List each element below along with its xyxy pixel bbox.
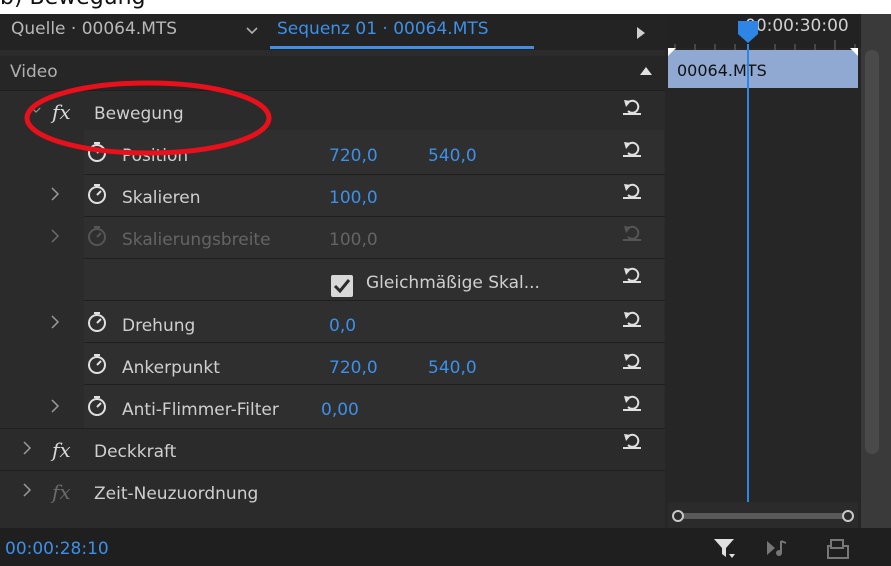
row-divider — [84, 216, 665, 217]
annotation-highlight-ellipse — [24, 80, 272, 156]
chevron-right-icon — [51, 229, 60, 243]
document-clipped-heading: b) Bewegung — [0, 0, 146, 10]
chevron-down-icon[interactable] — [246, 26, 258, 36]
chevron-right-icon[interactable] — [50, 315, 60, 329]
zoom-scrollbar-handles[interactable] — [668, 506, 858, 526]
export-icon[interactable] — [826, 538, 850, 560]
fx-icon[interactable]: fx — [52, 438, 71, 462]
row-divider — [0, 470, 665, 471]
stopwatch-icon — [88, 226, 106, 246]
anti-flicker-value[interactable]: 0,00 — [321, 400, 359, 420]
clip-edge-markers — [668, 48, 858, 56]
property-anti-flicker-label: Anti-Flimmer-Filter — [122, 400, 279, 420]
uniform-scale-checkbox[interactable] — [330, 274, 354, 298]
stopwatch-icon[interactable] — [86, 353, 108, 375]
chevron-right-icon[interactable] — [50, 187, 60, 201]
chevron-right-icon[interactable] — [22, 441, 32, 455]
uniform-scale-label: Gleichmäßige Skal... — [366, 273, 540, 293]
playhead-line[interactable] — [747, 44, 749, 502]
row-divider — [84, 300, 665, 301]
play-triangle-icon[interactable] — [636, 26, 646, 40]
effect-opacity-label: Deckkraft — [94, 442, 177, 462]
vertical-scrollbar-thumb[interactable] — [865, 50, 879, 454]
reset-parameter-icon[interactable] — [622, 266, 642, 284]
anchor-y-value[interactable]: 540,0 — [428, 358, 477, 378]
tab-source-monitor[interactable]: Quelle · 00064.MTS — [11, 19, 177, 39]
ruler-timecode: 00:00:30:00 — [745, 16, 849, 36]
scale-width-value: 100,0 — [329, 230, 378, 250]
row-divider — [84, 258, 665, 259]
stopwatch-icon[interactable] — [86, 311, 108, 333]
play-audio-icon[interactable] — [766, 538, 788, 558]
fx-icon[interactable]: fx — [52, 480, 71, 504]
playhead-icon[interactable] — [737, 20, 759, 44]
collapse-triangle-icon[interactable] — [639, 66, 653, 76]
stopwatch-icon[interactable] — [86, 395, 108, 417]
clip-name: 00064.MTS — [677, 61, 767, 80]
filter-icon[interactable] — [713, 537, 735, 559]
panel-footer — [0, 528, 891, 566]
reset-parameter-icon[interactable] — [622, 432, 642, 450]
reset-parameter-icon — [623, 225, 641, 241]
position-x-value[interactable]: 720,0 — [329, 146, 378, 166]
active-tab-underline — [270, 46, 534, 49]
timeline-area[interactable] — [665, 38, 891, 528]
property-rotation-label: Drehung — [122, 316, 196, 336]
scale-value[interactable]: 100,0 — [329, 188, 378, 208]
property-scale-width-label: Skalierungsbreite — [122, 230, 271, 250]
chevron-right-icon[interactable] — [22, 483, 32, 497]
reset-parameter-icon[interactable] — [622, 182, 642, 200]
reset-parameter-icon[interactable] — [622, 98, 642, 116]
reset-parameter-icon[interactable] — [622, 352, 642, 370]
row-divider — [0, 428, 665, 429]
effect-time-remapping-label: Zeit-Neuzuordnung — [94, 484, 259, 504]
reset-parameter-icon[interactable] — [622, 394, 642, 412]
reset-parameter-icon[interactable] — [622, 310, 642, 328]
rotation-value[interactable]: 0,0 — [329, 316, 356, 336]
anchor-x-value[interactable]: 720,0 — [329, 358, 378, 378]
row-divider — [84, 342, 665, 343]
property-scale-label: Skalieren — [122, 188, 201, 208]
row-divider — [84, 384, 665, 385]
reset-parameter-icon[interactable] — [622, 140, 642, 158]
chevron-right-icon[interactable] — [50, 399, 60, 413]
position-y-value[interactable]: 540,0 — [428, 146, 477, 166]
tab-effect-controls-sequence[interactable]: Sequenz 01 · 00064.MTS — [277, 19, 489, 39]
row-divider — [84, 174, 665, 175]
property-anchor-label: Ankerpunkt — [122, 358, 220, 378]
stopwatch-icon[interactable] — [86, 183, 108, 205]
current-timecode[interactable]: 00:00:28:10 — [5, 539, 109, 559]
